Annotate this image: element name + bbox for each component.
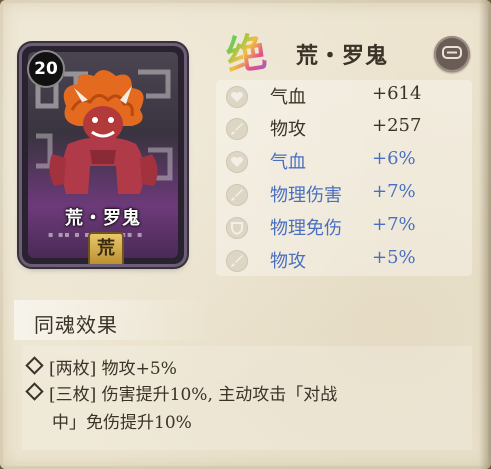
stat-value: +5% xyxy=(372,247,416,268)
effect-text-continued: 中」免伤提升10% xyxy=(52,413,192,433)
chat-button[interactable] xyxy=(434,36,470,72)
stat-row: 物攻 +5% xyxy=(216,244,472,276)
stat-row: 物攻 +257 xyxy=(216,112,472,144)
stat-value: +7% xyxy=(372,214,416,235)
effect-item: [两枚] 物攻+5% xyxy=(25,356,177,382)
stat-name: 气血 xyxy=(270,152,306,173)
stat-row: 气血 +6% xyxy=(216,145,472,177)
soul-title: 荒・罗鬼 xyxy=(296,43,389,69)
soul-detail-panel: 荒・罗鬼 ▪ ▪▪ ▪ ▪▪ ▪ ▪ ▪▪ ▪ 荒 20 绝 荒・罗鬼 气血 +… xyxy=(0,0,491,469)
stat-name: 物攻 xyxy=(270,251,306,272)
stat-value: +6% xyxy=(372,148,416,169)
stat-row: 气血 +614 xyxy=(216,80,472,112)
effect-item: [三枚] 伤害提升10%, 主动攻击「对战 xyxy=(25,382,338,408)
heart-icon xyxy=(226,151,248,173)
sword-icon xyxy=(226,250,248,272)
stat-name: 物理伤害 xyxy=(270,185,342,206)
sword-icon xyxy=(226,118,248,140)
section-title: 同魂效果 xyxy=(34,313,118,337)
stat-name: 物理免伤 xyxy=(270,218,342,239)
heart-icon xyxy=(226,86,248,108)
effect-text: [三枚] 伤害提升10%, 主动攻击「对战 xyxy=(49,385,338,405)
oni-portrait-icon xyxy=(35,69,173,194)
level-badge: 20 xyxy=(27,50,65,88)
stat-value: +257 xyxy=(372,115,422,136)
diamond-bullet-icon xyxy=(25,382,44,401)
stat-name: 物攻 xyxy=(270,119,306,140)
card-name: 荒・罗鬼 xyxy=(65,208,141,229)
stat-value: +614 xyxy=(372,83,422,104)
stat-name: 气血 xyxy=(270,87,306,108)
diamond-bullet-icon xyxy=(25,356,44,375)
shield-icon xyxy=(226,217,248,239)
stat-row: 物理伤害 +7% xyxy=(216,178,472,210)
set-badge: 荒 xyxy=(88,232,124,264)
panel-edge xyxy=(479,0,491,469)
effect-text: [两枚] 物攻+5% xyxy=(49,359,177,379)
stat-row: 物理免伤 +7% xyxy=(216,211,472,243)
chat-bubble-icon xyxy=(442,46,462,59)
stat-value: +7% xyxy=(372,181,416,202)
rarity-glyph: 绝 xyxy=(222,19,270,82)
sword-icon xyxy=(226,184,248,206)
